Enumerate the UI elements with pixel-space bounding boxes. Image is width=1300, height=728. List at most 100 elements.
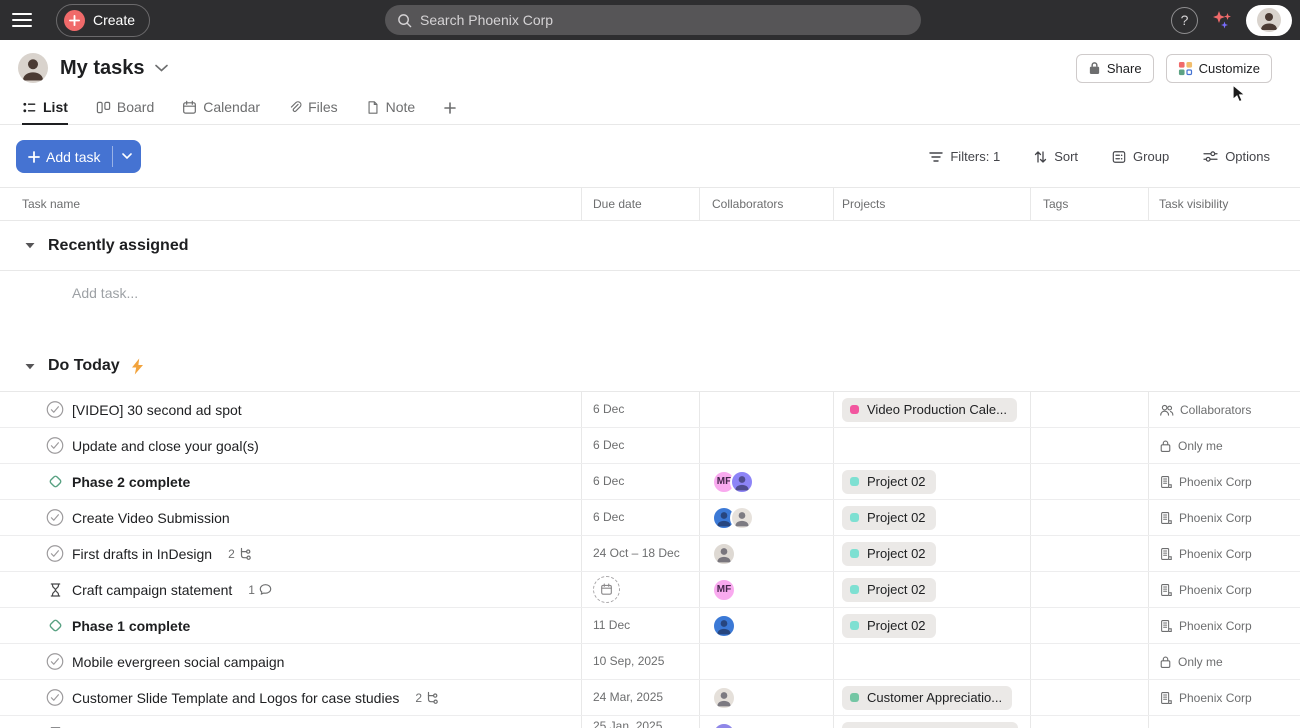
collaborator-avatar[interactable] <box>712 614 736 638</box>
task-visibility-cell[interactable]: Phoenix Corp <box>1148 500 1300 535</box>
collaborator-avatar[interactable] <box>730 506 754 530</box>
task-name-cell[interactable]: Host trainings <box>0 716 581 728</box>
due-date-cell[interactable]: 6 Dec <box>581 392 699 427</box>
task-name[interactable]: [VIDEO] 30 second ad spot <box>72 402 242 418</box>
project-pill[interactable]: Project 02 <box>842 506 936 530</box>
customize-button[interactable]: Customize <box>1166 54 1272 83</box>
collaborators-cell[interactable] <box>699 608 833 643</box>
task-visibility-cell[interactable]: Phoenix Corp <box>1148 680 1300 715</box>
tags-cell[interactable] <box>1030 536 1148 571</box>
collaborators-cell[interactable]: MF <box>699 464 833 499</box>
collaborator-avatar[interactable] <box>712 542 736 566</box>
project-pill[interactable]: Customer Appreciatio... <box>842 686 1012 710</box>
group-button[interactable]: Group <box>1112 149 1169 164</box>
tab-list[interactable]: List <box>22 99 68 125</box>
task-row[interactable]: First drafts in InDesign224 Oct – 18 Dec… <box>0 536 1300 572</box>
collapse-triangle-icon[interactable] <box>25 363 35 370</box>
project-pill[interactable]: Project 02 <box>842 542 936 566</box>
tab-note[interactable]: Note <box>366 99 416 125</box>
task-row[interactable]: Phase 1 complete11 DecProject 02Phoenix … <box>0 608 1300 644</box>
task-name[interactable]: Phase 2 complete <box>72 474 190 490</box>
task-name[interactable]: Craft campaign statement <box>72 582 232 598</box>
task-name-cell[interactable]: Phase 1 complete <box>0 608 581 643</box>
task-row[interactable]: Mobile evergreen social campaign 10 Sep, … <box>0 644 1300 680</box>
projects-cell[interactable]: Customer Appreciatio... <box>833 680 1030 715</box>
tags-cell[interactable] <box>1030 392 1148 427</box>
tab-files[interactable]: Files <box>288 99 338 125</box>
task-name-cell[interactable]: [VIDEO] 30 second ad spot <box>0 392 581 427</box>
tab-board[interactable]: Board <box>96 99 154 125</box>
collaborator-avatar[interactable] <box>712 686 736 710</box>
milestone-icon[interactable] <box>46 473 64 490</box>
task-name[interactable]: First drafts in InDesign <box>72 546 212 562</box>
due-date-cell[interactable]: 6 Dec <box>581 500 699 535</box>
check-icon[interactable] <box>46 652 64 671</box>
collaborator-avatar[interactable] <box>730 470 754 494</box>
task-visibility-cell[interactable]: Phoenix Corp <box>1148 536 1300 571</box>
task-name[interactable]: Create Video Submission <box>72 510 230 526</box>
project-pill[interactable]: Request for Creative P... <box>842 722 1018 728</box>
section-name[interactable]: Recently assigned <box>48 237 189 255</box>
project-pill[interactable]: Project 02 <box>842 578 936 602</box>
tags-cell[interactable] <box>1030 428 1148 463</box>
tags-cell[interactable] <box>1030 644 1148 679</box>
filters-button[interactable]: Filters: 1 <box>929 149 1000 164</box>
tags-cell[interactable] <box>1030 500 1148 535</box>
check-icon[interactable] <box>46 688 64 707</box>
projects-cell[interactable]: Request for Creative P... <box>833 716 1030 728</box>
due-date-cell[interactable] <box>581 572 699 607</box>
chevron-down-icon[interactable] <box>155 59 168 77</box>
section-name[interactable]: Do Today <box>48 357 120 375</box>
task-visibility-cell[interactable]: Phoenix Corp <box>1148 464 1300 499</box>
project-pill[interactable]: Project 02 <box>842 470 936 494</box>
projects-cell[interactable]: Project 02 <box>833 536 1030 571</box>
task-name-cell[interactable]: First drafts in InDesign2 <box>0 536 581 571</box>
check-icon[interactable] <box>46 400 64 419</box>
collaborators-cell[interactable] <box>699 680 833 715</box>
add-due-date-button[interactable] <box>593 576 620 603</box>
project-pill[interactable]: Project 02 <box>842 614 936 638</box>
collaborators-cell[interactable] <box>699 392 833 427</box>
projects-cell[interactable]: Video Production Cale... <box>833 392 1030 427</box>
collaborators-cell[interactable] <box>699 500 833 535</box>
projects-cell[interactable]: Project 02 <box>833 464 1030 499</box>
hamburger-menu-icon[interactable] <box>0 0 44 40</box>
inline-add-task[interactable]: Add task... <box>0 271 1300 315</box>
task-name[interactable]: Customer Slide Template and Logos for ca… <box>72 690 399 706</box>
collaborators-cell[interactable] <box>699 644 833 679</box>
task-name[interactable]: Mobile evergreen social campaign <box>72 654 284 670</box>
task-name-cell[interactable]: Craft campaign statement1 <box>0 572 581 607</box>
column-header-collaborators[interactable]: Collaborators <box>699 188 833 220</box>
due-date-cell[interactable]: 24 Mar, 2025 <box>581 680 699 715</box>
collaborator-avatar[interactable]: MF <box>712 578 736 602</box>
task-visibility-cell[interactable]: Phoenix Corp <box>1148 572 1300 607</box>
task-name-cell[interactable]: Mobile evergreen social campaign <box>0 644 581 679</box>
task-row[interactable]: Create Video Submission 6 Dec Project 02 Ph… <box>0 500 1300 536</box>
task-visibility-cell[interactable]: Only me <box>1148 644 1300 679</box>
projects-cell[interactable]: Project 02 <box>833 572 1030 607</box>
task-row[interactable]: Host trainings25 Jan, 2025 – 31 Jan, 202… <box>0 716 1300 728</box>
task-visibility-cell[interactable]: Phoenix Corp <box>1148 716 1300 728</box>
projects-cell[interactable]: Project 02 <box>833 500 1030 535</box>
add-task-button[interactable]: Add task <box>16 140 141 173</box>
projects-cell[interactable]: Project 02 <box>833 608 1030 643</box>
tags-cell[interactable] <box>1030 716 1148 728</box>
share-button[interactable]: Share <box>1076 54 1154 83</box>
task-row[interactable]: Customer Slide Template and Logos for ca… <box>0 680 1300 716</box>
column-header-due-date[interactable]: Due date <box>581 188 699 220</box>
project-pill[interactable]: Video Production Cale... <box>842 398 1017 422</box>
task-visibility-cell[interactable]: Collaborators <box>1148 392 1300 427</box>
add-task-dropdown-button[interactable] <box>113 140 141 173</box>
collaborators-cell[interactable]: MF <box>699 572 833 607</box>
column-header-task-visibility[interactable]: Task visibility <box>1148 188 1300 220</box>
collaborators-cell[interactable] <box>699 716 833 728</box>
options-button[interactable]: Options <box>1203 149 1270 164</box>
due-date-cell[interactable]: 10 Sep, 2025 <box>581 644 699 679</box>
sort-button[interactable]: Sort <box>1034 149 1078 164</box>
create-button[interactable]: Create <box>56 4 150 37</box>
projects-cell[interactable] <box>833 644 1030 679</box>
check-icon[interactable] <box>46 544 64 563</box>
task-name-cell[interactable]: Phase 2 complete <box>0 464 581 499</box>
task-row[interactable]: Craft campaign statement1 MF Project 02 Pho… <box>0 572 1300 608</box>
task-row[interactable]: Update and close your goal(s)6 DecOnly m… <box>0 428 1300 464</box>
